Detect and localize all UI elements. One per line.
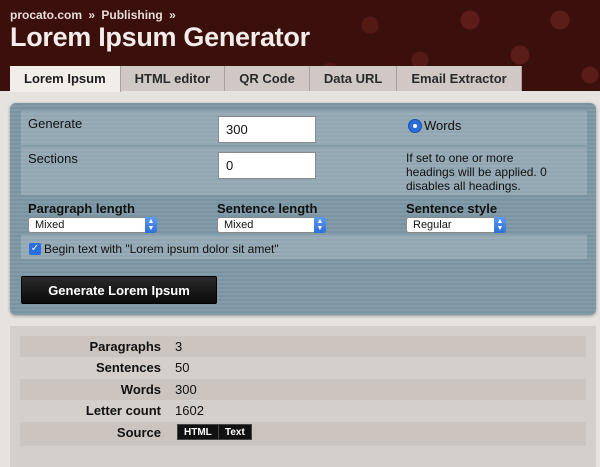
tab-qr-code[interactable]: QR Code	[225, 66, 310, 91]
stat-key: Sentences	[95, 360, 161, 375]
page-title: Lorem Ipsum Generator	[10, 22, 310, 52]
tab-html-editor[interactable]: HTML editor	[120, 66, 226, 91]
sections-input[interactable]: 0	[218, 152, 316, 179]
select-arrow-icon: ▲ ▼	[494, 217, 506, 233]
tab-data-url[interactable]: Data URL	[309, 66, 398, 91]
breadcrumb-separator: »	[169, 8, 176, 22]
stats-panel: Paragraphs 3 Sentences 50 Words 300 Lett…	[10, 326, 596, 467]
paragraph-length-select[interactable]: Mixed ▲ ▼	[28, 217, 157, 233]
breadcrumb-separator: »	[88, 8, 96, 22]
site-header: procato.com » Publishing » Lorem Ipsum G…	[0, 0, 600, 92]
generate-label: Generate	[28, 116, 83, 131]
stat-row-words: Words 300	[20, 379, 586, 400]
generate-button[interactable]: Generate Lorem Ipsum	[21, 276, 217, 304]
stat-row-sentences: Sentences 50	[20, 357, 586, 378]
breadcrumb-home[interactable]: procato.com	[10, 8, 82, 22]
source-html-button[interactable]: HTML	[177, 424, 219, 440]
begin-text-checkbox[interactable]: ✓	[29, 243, 41, 255]
generator-form: Generate 300 Words Sections 0 If set to …	[10, 103, 596, 315]
paragraph-length-label: Paragraph length	[28, 201, 135, 216]
source-text-button[interactable]: Text	[218, 424, 252, 440]
sentence-length-label: Sentence length	[217, 201, 318, 216]
breadcrumb-publishing[interactable]: Publishing	[101, 8, 162, 22]
stat-key: Letter count	[85, 403, 161, 418]
stat-key: Words	[120, 382, 161, 397]
stat-row-paragraphs: Paragraphs 3	[20, 336, 586, 357]
sentence-style-select[interactable]: Regular ▲ ▼	[406, 217, 506, 233]
stat-row-source: Source HTML Text	[20, 422, 586, 446]
sections-note: If set to one or more headings will be a…	[406, 151, 547, 193]
sentence-length-select[interactable]: Mixed ▲ ▼	[217, 217, 326, 233]
sections-label: Sections	[28, 151, 78, 166]
sentence-style-label: Sentence style	[406, 201, 498, 216]
stat-value: 1602	[175, 403, 204, 418]
stat-key: Source	[116, 425, 161, 440]
select-arrow-icon: ▲ ▼	[145, 217, 157, 233]
tab-email-extractor[interactable]: Email Extractor	[397, 66, 522, 91]
stat-value: 50	[175, 360, 190, 375]
tab-bar: Lorem Ipsum HTML editor QR Code Data URL…	[10, 66, 522, 92]
stat-row-letter-count: Letter count 1602	[20, 400, 586, 421]
stat-value: 3	[175, 339, 183, 354]
begin-text-label: Begin text with "Lorem ipsum dolor sit a…	[44, 242, 279, 256]
tab-lorem-ipsum[interactable]: Lorem Ipsum	[10, 66, 121, 92]
stat-value: 300	[175, 382, 197, 397]
words-radio[interactable]	[408, 119, 422, 133]
breadcrumb: procato.com » Publishing »	[10, 8, 179, 22]
stat-key: Paragraphs	[89, 339, 161, 354]
words-radio-label: Words	[424, 118, 462, 133]
generate-count-input[interactable]: 300	[218, 116, 316, 143]
select-arrow-icon: ▲ ▼	[314, 217, 326, 233]
